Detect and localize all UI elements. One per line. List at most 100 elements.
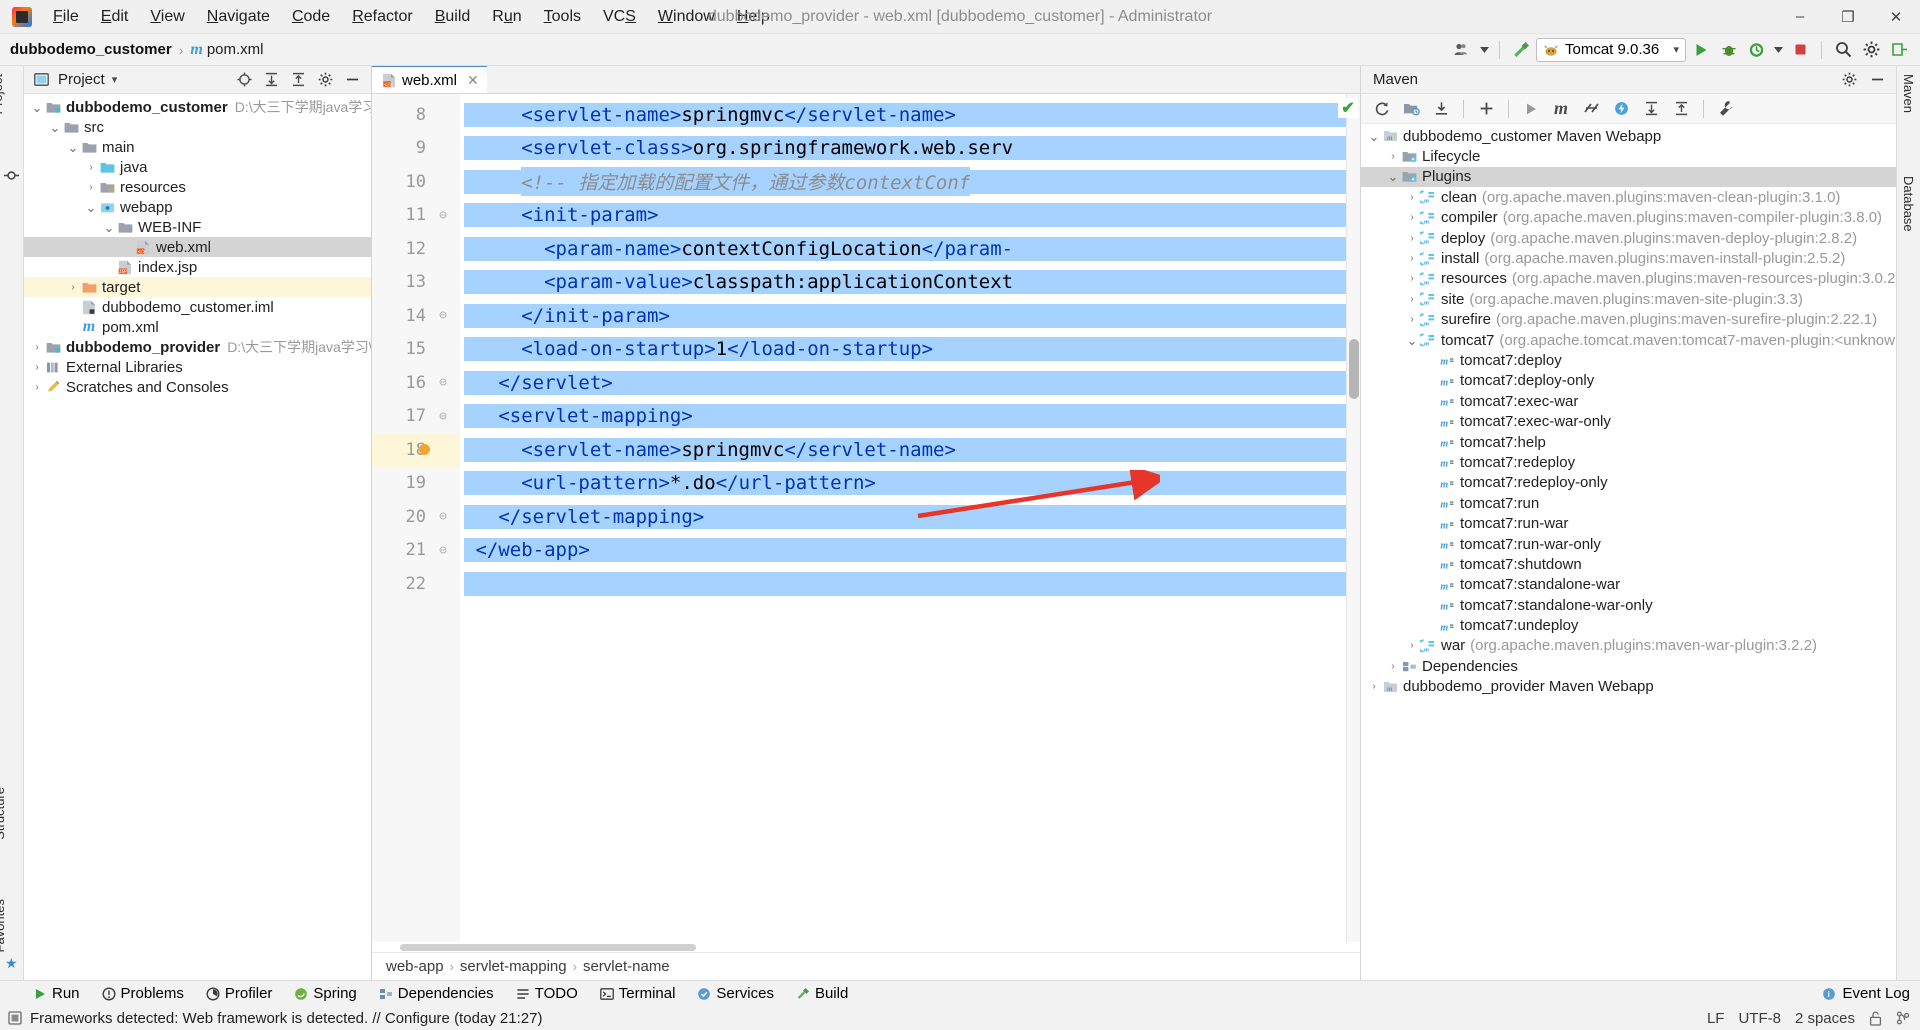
maven-tree-item-tomcat7-run-war-only[interactable]: m tomcat7:run-war-only (1361, 534, 1896, 554)
menu-window[interactable]: Window (647, 4, 726, 30)
project-tree-item-web-xml[interactable]: </> web.xml (24, 237, 371, 257)
status-message[interactable]: Frameworks detected: Web framework is de… (30, 1010, 542, 1027)
rail-button-favorites[interactable]: Favorites (0, 899, 16, 952)
collapse-all-icon[interactable] (285, 68, 311, 92)
tree-expand-arrow-icon[interactable]: ⌄ (84, 201, 98, 214)
chevron-down-icon[interactable]: ▾ (1673, 43, 1679, 56)
project-tree-item-external-libraries[interactable]: › External Libraries (24, 357, 371, 377)
tree-expand-arrow-icon[interactable]: › (1367, 681, 1381, 692)
tree-expand-arrow-icon[interactable]: › (30, 362, 44, 373)
rail-button-project[interactable]: Project (0, 74, 14, 114)
tree-expand-arrow-icon[interactable]: › (1405, 640, 1419, 651)
bottom-tab-services[interactable]: Services (686, 981, 785, 1007)
toggle-skip-tests-icon[interactable] (1577, 97, 1605, 121)
tree-expand-arrow-icon[interactable]: › (1405, 314, 1419, 325)
editor-tab-web-xml[interactable]: </> web.xml ✕ (372, 65, 487, 93)
download-sources-icon[interactable] (1427, 97, 1455, 121)
code-line-15[interactable]: <load-on-startup> 1 </load-on-startup> (460, 333, 1346, 367)
project-tree-item-target[interactable]: › target (24, 277, 371, 297)
menu-file[interactable]: FFileile (42, 4, 90, 30)
gutter-line-19[interactable]: 19 (372, 467, 460, 501)
maven-tree-item-tomcat7[interactable]: ⌄ m tomcat7 (org.apache.tomcat.maven:tomcat… (1361, 330, 1896, 350)
code-line-22[interactable] (460, 567, 1346, 601)
menu-help[interactable]: Help (726, 4, 781, 30)
maven-tree-item-resources[interactable]: › m resources (org.apache.maven.plugins:mav… (1361, 269, 1896, 289)
scrollbar-thumb[interactable] (400, 944, 696, 951)
gutter-line-20[interactable]: 20 ⊖ (372, 500, 460, 534)
tree-expand-arrow-icon[interactable]: ⌄ (1367, 130, 1381, 143)
gutter-line-16[interactable]: 16 ⊖ (372, 366, 460, 400)
menu-edit[interactable]: Edit (90, 4, 140, 30)
generate-sources-icon[interactable] (1397, 97, 1425, 121)
add-maven-project-icon[interactable] (1472, 97, 1500, 121)
menu-navigate[interactable]: Navigate (196, 4, 281, 30)
maven-tree-item-plugins[interactable]: ⌄ Plugins (1361, 166, 1896, 188)
maximize-button[interactable]: ❐ (1824, 0, 1872, 34)
gutter-line-22[interactable]: 22 (372, 567, 460, 601)
editor-gutter[interactable]: 8 9 10 11 ⊖ 12 13 14 ⊖ 15 16 ⊖ 17 ⊖ 18 19 20 ⊖ 21 ⊖ 22 (372, 94, 460, 942)
tree-expand-arrow-icon[interactable]: ⌄ (66, 141, 80, 154)
menu-bar[interactable]: FFileile Edit View Navigate Code Refacto… (42, 4, 781, 30)
code-fold-icon[interactable]: ⊖ (426, 308, 460, 323)
editor-horizontal-scrollbar[interactable] (372, 942, 1360, 952)
rail-commit-icon[interactable] (4, 168, 19, 183)
maven-tree-item-tomcat7-run-war[interactable]: m tomcat7:run-war (1361, 513, 1896, 533)
rail-button-maven[interactable]: Maven (1901, 74, 1916, 113)
status-memory-icon[interactable] (8, 1011, 22, 1025)
project-tree[interactable]: ⌄ dubbodemo_customer D:\大三下学期java学习\实训\ ⌄ sr… (24, 94, 371, 980)
hide-project-panel-icon[interactable] (339, 68, 365, 92)
project-tree-item-web-inf[interactable]: ⌄ WEB-INF (24, 217, 371, 237)
code-line-13[interactable]: <param-value> classpath:applicationContex… (460, 266, 1346, 300)
maven-tree-item-dubbodemo-customer-maven-webapp[interactable]: ⌄ m dubbodemo_customer Maven Webapp (1361, 126, 1896, 146)
project-tree-item-main[interactable]: ⌄ main (24, 137, 371, 157)
maven-tree-item-dubbodemo-provider-maven-webapp[interactable]: › m dubbodemo_provider Maven Webapp (1361, 677, 1896, 697)
gutter-line-13[interactable]: 13 (372, 266, 460, 300)
expand-all-maven-icon[interactable] (1637, 97, 1665, 121)
user-accounts-caret-icon[interactable] (1477, 38, 1491, 62)
select-opened-file-icon[interactable] (231, 68, 257, 92)
expand-all-icon[interactable] (258, 68, 284, 92)
tree-expand-arrow-icon[interactable]: ⌄ (1405, 334, 1419, 347)
gutter-line-8[interactable]: 8 (372, 98, 460, 132)
maven-tree-item-tomcat7-deploy-only[interactable]: m tomcat7:deploy-only (1361, 371, 1896, 391)
unlock-icon[interactable] (1869, 1011, 1882, 1026)
breadcrumb-web-app[interactable]: web-app (386, 958, 444, 975)
user-accounts-icon[interactable] (1449, 38, 1475, 62)
close-button[interactable]: ✕ (1872, 0, 1920, 34)
debug-button[interactable] (1716, 38, 1742, 62)
project-tree-item-resources[interactable]: › resources (24, 177, 371, 197)
gutter-line-9[interactable]: 9 (372, 132, 460, 166)
code-line-9[interactable]: <servlet-class> org.springframework.web.s… (460, 132, 1346, 166)
bottom-tab-terminal[interactable]: Terminal (589, 981, 687, 1007)
maven-settings-wrench-icon[interactable] (1712, 97, 1740, 121)
intention-bulb-icon[interactable] (419, 444, 430, 456)
menu-tools[interactable]: Tools (533, 4, 592, 30)
tree-expand-arrow-icon[interactable]: › (66, 282, 80, 293)
gutter-line-18[interactable]: 18 (372, 433, 460, 467)
maven-tree-item-compiler[interactable]: › m compiler (org.apache.maven.plugins:mave… (1361, 208, 1896, 228)
execute-maven-goal-icon[interactable]: m (1547, 97, 1575, 121)
tree-expand-arrow-icon[interactable]: › (1405, 212, 1419, 223)
breadcrumb-servlet-name[interactable]: servlet-name (583, 958, 670, 975)
code-fold-icon[interactable]: ⊖ (426, 208, 460, 223)
menu-code[interactable]: Code (281, 4, 341, 30)
maven-tree-item-surefire[interactable]: › m surefire (org.apache.maven.plugins:mave… (1361, 310, 1896, 330)
tree-expand-arrow-icon[interactable]: › (1405, 273, 1419, 284)
code-fold-icon[interactable]: ⊖ (426, 543, 460, 558)
gutter-line-11[interactable]: 11 ⊖ (372, 199, 460, 233)
inspection-status-icon[interactable]: ✔ (1338, 98, 1358, 118)
tree-expand-arrow-icon[interactable]: › (1386, 151, 1400, 162)
code-line-21[interactable]: </web-app> (460, 534, 1346, 568)
code-line-12[interactable]: <param-name> contextConfigLocation </param… (460, 232, 1346, 266)
maven-tree-item-tomcat7-redeploy[interactable]: m tomcat7:redeploy (1361, 452, 1896, 472)
maven-tree-item-tomcat7-redeploy-only[interactable]: m tomcat7:redeploy-only (1361, 473, 1896, 493)
rail-button-database[interactable]: Database (1901, 176, 1916, 232)
collapse-all-maven-icon[interactable] (1667, 97, 1695, 121)
menu-refactor[interactable]: Refactor (341, 4, 423, 30)
tree-expand-arrow-icon[interactable]: › (30, 342, 44, 353)
editor-markup-strip[interactable]: ✔ (1338, 94, 1360, 942)
bottom-tab-spring[interactable]: Spring (283, 981, 367, 1007)
tree-expand-arrow-icon[interactable]: › (84, 162, 98, 173)
bottom-tab-dependencies[interactable]: Dependencies (368, 981, 505, 1007)
bottom-tab-build[interactable]: Build (785, 981, 859, 1007)
